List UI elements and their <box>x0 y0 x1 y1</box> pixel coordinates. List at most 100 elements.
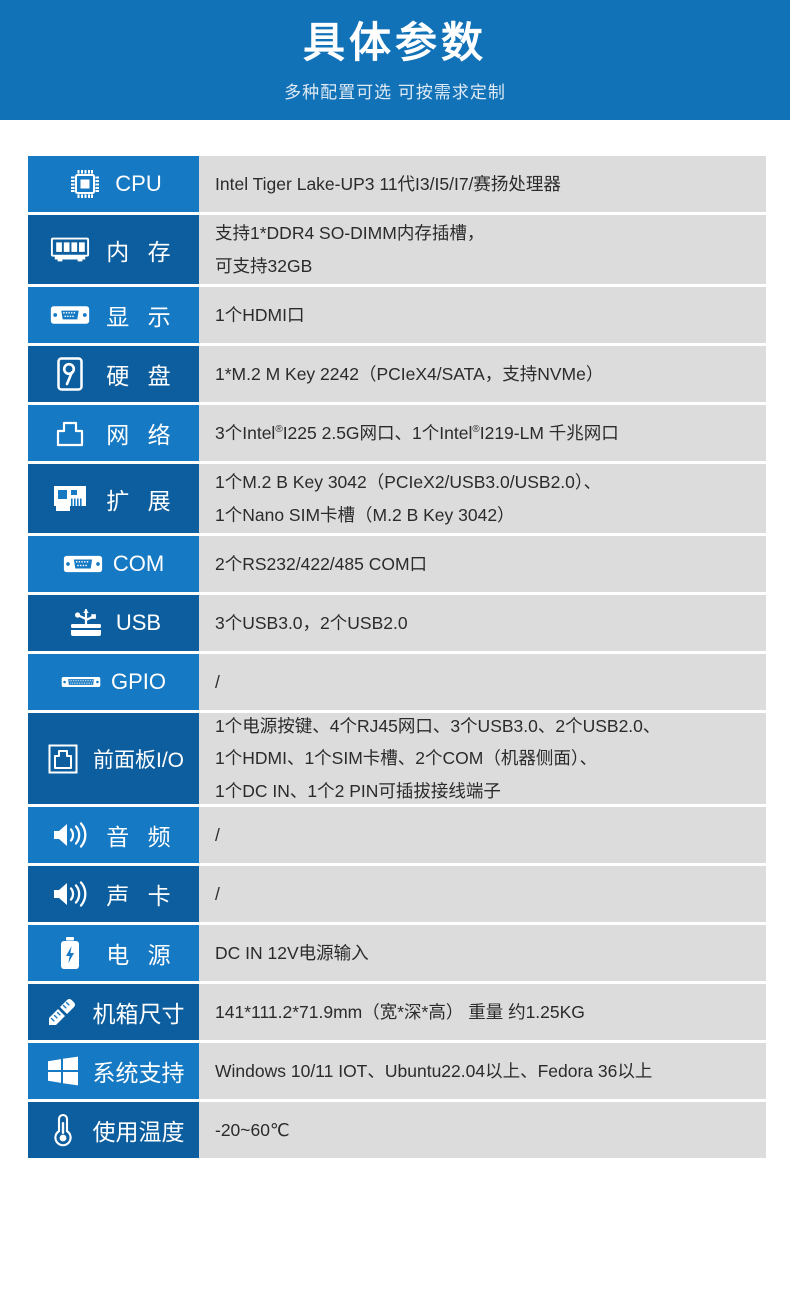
spec-row: COM 2个RS232/422/485 COM口 <box>28 536 766 592</box>
spec-label-cell: 机箱尺寸 <box>28 984 199 1040</box>
spec-row: USB 3个USB3.0，2个USB2.0 <box>28 595 766 651</box>
spec-label-cell: 显 示 <box>28 287 199 343</box>
battery-power-icon <box>50 936 90 970</box>
spec-value-line: -20~60℃ <box>215 1119 290 1140</box>
spec-label-text: 网 络 <box>106 422 177 448</box>
spec-value-line: 1个HDMI、1个SIM卡槽、2个COM（机器侧面）、 <box>215 748 598 769</box>
spec-label-cell: 声 卡 <box>28 866 199 922</box>
spec-row: 使用温度 -20~60℃ <box>28 1102 766 1158</box>
spec-value-line: 1个电源按键、4个RJ45网口、3个USB3.0、2个USB2.0、 <box>215 715 661 736</box>
spec-row: 扩 展 1个M.2 B Key 3042（PCIeX2/USB3.0/USB2.0… <box>28 464 766 533</box>
spec-label-text: 音 频 <box>106 824 177 850</box>
spec-label-text: 声 卡 <box>106 883 177 909</box>
cpu-chip-icon <box>65 167 105 201</box>
spec-value-cell: Intel Tiger Lake-UP3 11代I3/I5/I7/赛扬处理器 <box>199 156 766 212</box>
spec-label-text: 内 存 <box>106 238 177 265</box>
ruler-pencil-icon <box>43 995 83 1029</box>
spec-value-line: 支持1*DDR4 SO-DIMM内存插槽， <box>215 223 485 244</box>
spec-value-line: DC IN 12V电源输入 <box>215 942 369 963</box>
speaker-audio-icon <box>50 818 90 852</box>
spec-label-text: 扩 展 <box>106 487 177 514</box>
front-panel-io-icon <box>43 742 83 776</box>
spec-label-text: GPIO <box>110 669 166 694</box>
vga-display-icon <box>50 298 90 332</box>
spec-label-cell: 电 源 <box>28 925 199 981</box>
spec-value-cell: 支持1*DDR4 SO-DIMM内存插槽， 可支持32GB <box>199 215 766 284</box>
spec-label-cell: GPIO <box>28 654 199 710</box>
spec-value-cell: 1*M.2 M Key 2242（PCIeX4/SATA，支持NVMe） <box>199 346 766 402</box>
spec-value-cell: 141*111.2*71.9mm（宽*深*高） 重量 约1.25KG <box>199 984 766 1040</box>
spec-row: GPIO / <box>28 654 766 710</box>
spec-row: 网 络 3个Intel®I225 2.5G网口、1个Intel®I219-LM 千… <box>28 405 766 461</box>
spec-value-line: 3个Intel®I225 2.5G网口、1个Intel®I219-LM 千兆网口 <box>215 422 619 443</box>
spec-value-cell: -20~60℃ <box>199 1102 766 1158</box>
page-header-banner: 具体参数 多种配置可选 可按需求定制 <box>0 0 790 120</box>
spec-value-cell: / <box>199 807 766 863</box>
spec-row: 硬 盘 1*M.2 M Key 2242（PCIeX4/SATA，支持NVMe） <box>28 346 766 402</box>
spec-row: 声 卡 / <box>28 866 766 922</box>
spec-value-cell: 3个USB3.0，2个USB2.0 <box>199 595 766 651</box>
spec-label-cell: 内 存 <box>28 215 199 284</box>
spec-value-line: 可支持32GB <box>215 255 313 276</box>
spec-label-cell: 网 络 <box>28 405 199 461</box>
spec-value-cell: 2个RS232/422/485 COM口 <box>199 536 766 592</box>
spec-label-cell: 硬 盘 <box>28 346 199 402</box>
spec-label-cell: COM <box>28 536 199 592</box>
spec-label-text: 电 源 <box>106 942 177 968</box>
db9-serial-port-icon <box>63 547 103 581</box>
spec-label-text: 前面板I/O <box>92 748 184 772</box>
spec-value-cell: DC IN 12V电源输入 <box>199 925 766 981</box>
spec-row: 电 源 DC IN 12V电源输入 <box>28 925 766 981</box>
windows-logo-icon <box>43 1054 83 1088</box>
spec-row: 显 示 1个HDMI口 <box>28 287 766 343</box>
spec-label-text: 机箱尺寸 <box>92 1001 185 1027</box>
spec-label-text: USB <box>115 610 162 635</box>
spec-row: 机箱尺寸 141*111.2*71.9mm（宽*深*高） 重量 约1.25KG <box>28 984 766 1040</box>
spec-row: 内 存 支持1*DDR4 SO-DIMM内存插槽， 可支持32GB <box>28 215 766 284</box>
spec-value-line: 1个M.2 B Key 3042（PCIeX2/USB3.0/USB2.0）、 <box>215 472 602 493</box>
spec-value-line: Windows 10/11 IOT、Ubuntu22.04以上、Fedora 3… <box>215 1060 653 1081</box>
page-subtitle: 多种配置可选 可按需求定制 <box>284 82 506 102</box>
spec-label-cell: 前面板I/O <box>28 713 199 804</box>
gpio-connector-icon <box>61 665 101 699</box>
spec-value-line: 2个RS232/422/485 COM口 <box>215 553 428 574</box>
spec-value-line: 1个HDMI口 <box>215 304 305 325</box>
spec-label-text: CPU <box>115 171 162 196</box>
spec-label-text: 硬 盘 <box>106 363 177 389</box>
spec-value-line: / <box>215 883 220 904</box>
spec-value-cell: / <box>199 654 766 710</box>
memory-ram-icon <box>50 233 90 267</box>
spec-label-cell: 使用温度 <box>28 1102 199 1158</box>
spec-value-cell: 3个Intel®I225 2.5G网口、1个Intel®I219-LM 千兆网口 <box>199 405 766 461</box>
spec-value-line: 1个DC IN、1个2 PIN可插拔接线端子 <box>215 780 501 801</box>
spec-value-line: / <box>215 824 220 845</box>
page-title: 具体参数 <box>302 19 487 67</box>
spec-label-cell: 扩 展 <box>28 464 199 533</box>
spec-value-cell: 1个电源按键、4个RJ45网口、3个USB3.0、2个USB2.0、 1个HDMI… <box>199 713 766 804</box>
usb-port-icon <box>66 606 106 640</box>
spec-value-cell: 1个M.2 B Key 3042（PCIeX2/USB3.0/USB2.0）、 1… <box>199 464 766 533</box>
spec-label-cell: USB <box>28 595 199 651</box>
spec-row: CPU Intel Tiger Lake-UP3 11代I3/I5/I7/赛扬处理… <box>28 156 766 212</box>
spec-label-text: 系统支持 <box>92 1060 185 1086</box>
spec-label-cell: 系统支持 <box>28 1043 199 1099</box>
hard-disk-icon <box>50 357 90 391</box>
spec-value-line: 1*M.2 M Key 2242（PCIeX4/SATA，支持NVMe） <box>215 363 604 384</box>
spec-value-cell: Windows 10/11 IOT、Ubuntu22.04以上、Fedora 3… <box>199 1043 766 1099</box>
spec-value-line: 3个USB3.0，2个USB2.0 <box>215 612 408 633</box>
spec-row: 前面板I/O 1个电源按键、4个RJ45网口、3个USB3.0、2个USB2.0、… <box>28 713 766 804</box>
spec-label-text: COM <box>112 551 165 576</box>
specification-table: CPU Intel Tiger Lake-UP3 11代I3/I5/I7/赛扬处理… <box>28 156 766 1161</box>
thermometer-icon <box>43 1113 83 1147</box>
spec-label-text: 显 示 <box>106 304 177 330</box>
spec-label-text: 使用温度 <box>92 1119 185 1145</box>
spec-value-line: 141*111.2*71.9mm（宽*深*高） 重量 约1.25KG <box>215 1001 585 1022</box>
spec-value-line: 1个Nano SIM卡槽（M.2 B Key 3042） <box>215 504 515 525</box>
spec-value-line: / <box>215 671 220 692</box>
spec-row: 音 频 / <box>28 807 766 863</box>
spec-label-cell: CPU <box>28 156 199 212</box>
spec-value-line: Intel Tiger Lake-UP3 11代I3/I5/I7/赛扬处理器 <box>215 173 561 194</box>
spec-value-cell: 1个HDMI口 <box>199 287 766 343</box>
expansion-card-icon <box>50 482 90 516</box>
spec-row: 系统支持 Windows 10/11 IOT、Ubuntu22.04以上、Fedo… <box>28 1043 766 1099</box>
